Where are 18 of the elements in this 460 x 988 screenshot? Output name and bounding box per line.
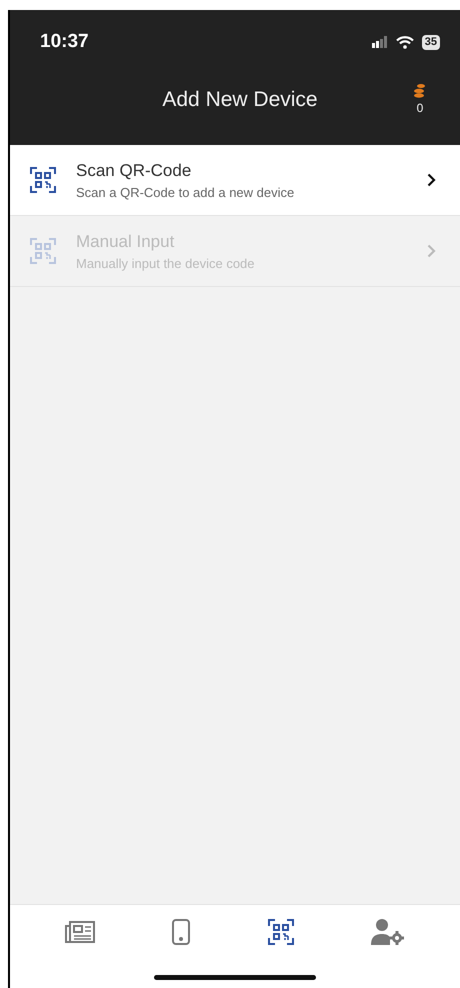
page-title: Add New Device	[162, 88, 318, 112]
signal-icon	[372, 36, 388, 48]
chevron-icon	[427, 244, 436, 258]
option-row[interactable]: Scan QR-Code Scan a QR-Code to add a new device	[10, 145, 460, 216]
user-settings-icon[interactable]	[371, 918, 406, 944]
qr-code-icon[interactable]	[268, 918, 294, 944]
phone-icon[interactable]	[172, 918, 190, 944]
coin-count: 0	[416, 100, 424, 117]
qr-code-icon	[30, 167, 56, 193]
coins-icon	[414, 83, 426, 99]
qr-code-icon	[30, 238, 56, 264]
status-time: 10:37	[40, 30, 89, 54]
chevron-icon	[427, 173, 436, 187]
battery-indicator: 35	[422, 34, 440, 50]
newspaper-icon[interactable]	[64, 920, 95, 942]
option-title: Scan QR-Code	[76, 160, 192, 182]
wifi-icon	[396, 36, 414, 48]
option-subtitle: Scan a QR-Code to add a new device	[76, 184, 296, 202]
